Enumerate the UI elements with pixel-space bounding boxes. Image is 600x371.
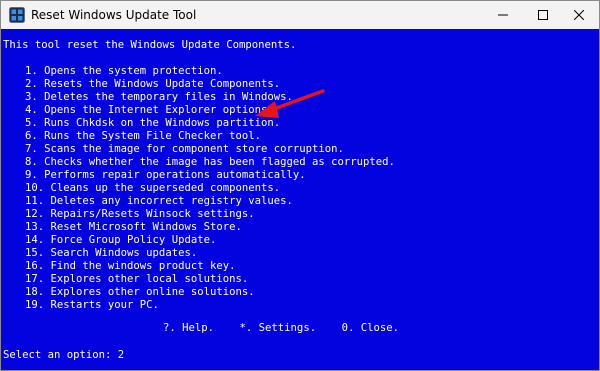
command-prompt[interactable]: Select an option: 2 [3, 349, 124, 362]
intro-text: This tool reset the Windows Update Compo… [3, 39, 297, 51]
minimize-button[interactable] [481, 1, 525, 29]
console-window: Reset Windows Update Tool This tool rese… [0, 0, 600, 371]
menu-item-1: 1. Opens the system protection. [25, 65, 223, 77]
menu-item-19: 19. Restarts your PC. [25, 299, 159, 311]
menu-item-13: 13. Reset Microsoft Windows Store. [25, 221, 242, 233]
menu-item-7: 7. Scans the image for component store c… [25, 143, 344, 155]
menu-item-8: 8. Checks whether the image has been fla… [25, 156, 395, 168]
footer-options: ?. Help. *. Settings. 0. Close. [163, 322, 399, 334]
menu-item-10: 10. Cleans up the superseded components. [25, 182, 281, 194]
menu-item-9: 9. Performs repair operations automatica… [25, 169, 306, 181]
title-bar[interactable]: Reset Windows Update Tool [1, 1, 599, 29]
menu-item-12: 12. Repairs/Resets Winsock settings. [25, 208, 255, 220]
console-output[interactable]: This tool reset the Windows Update Compo… [1, 29, 599, 370]
menu-item-16: 16. Find the windows product key. [25, 260, 236, 272]
menu-item-5: 5. Runs Chkdsk on the Windows partition. [25, 117, 281, 129]
menu-item-14: 14. Force Group Policy Update. [25, 234, 217, 246]
close-icon [574, 10, 584, 20]
menu-item-17: 17. Explores other local solutions. [25, 273, 249, 285]
close-button[interactable] [557, 1, 599, 29]
maximize-icon [538, 10, 548, 20]
annotation-arrow-icon [255, 89, 325, 118]
menu-item-4: 4. Opens the Internet Explorer options. [25, 104, 274, 116]
menu-item-11: 11. Deletes any incorrect registry value… [25, 195, 293, 207]
menu-item-6: 6. Runs the System File Checker tool. [25, 130, 261, 142]
menu-item-18: 18. Explores other online solutions. [25, 286, 255, 298]
menu-item-15: 15. Search Windows updates. [25, 247, 198, 259]
menu-item-2: 2. Resets the Windows Update Components. [25, 78, 281, 90]
terminal-window-icon [9, 7, 25, 23]
window-title: Reset Windows Update Tool [31, 8, 197, 22]
minimize-icon [498, 14, 508, 16]
